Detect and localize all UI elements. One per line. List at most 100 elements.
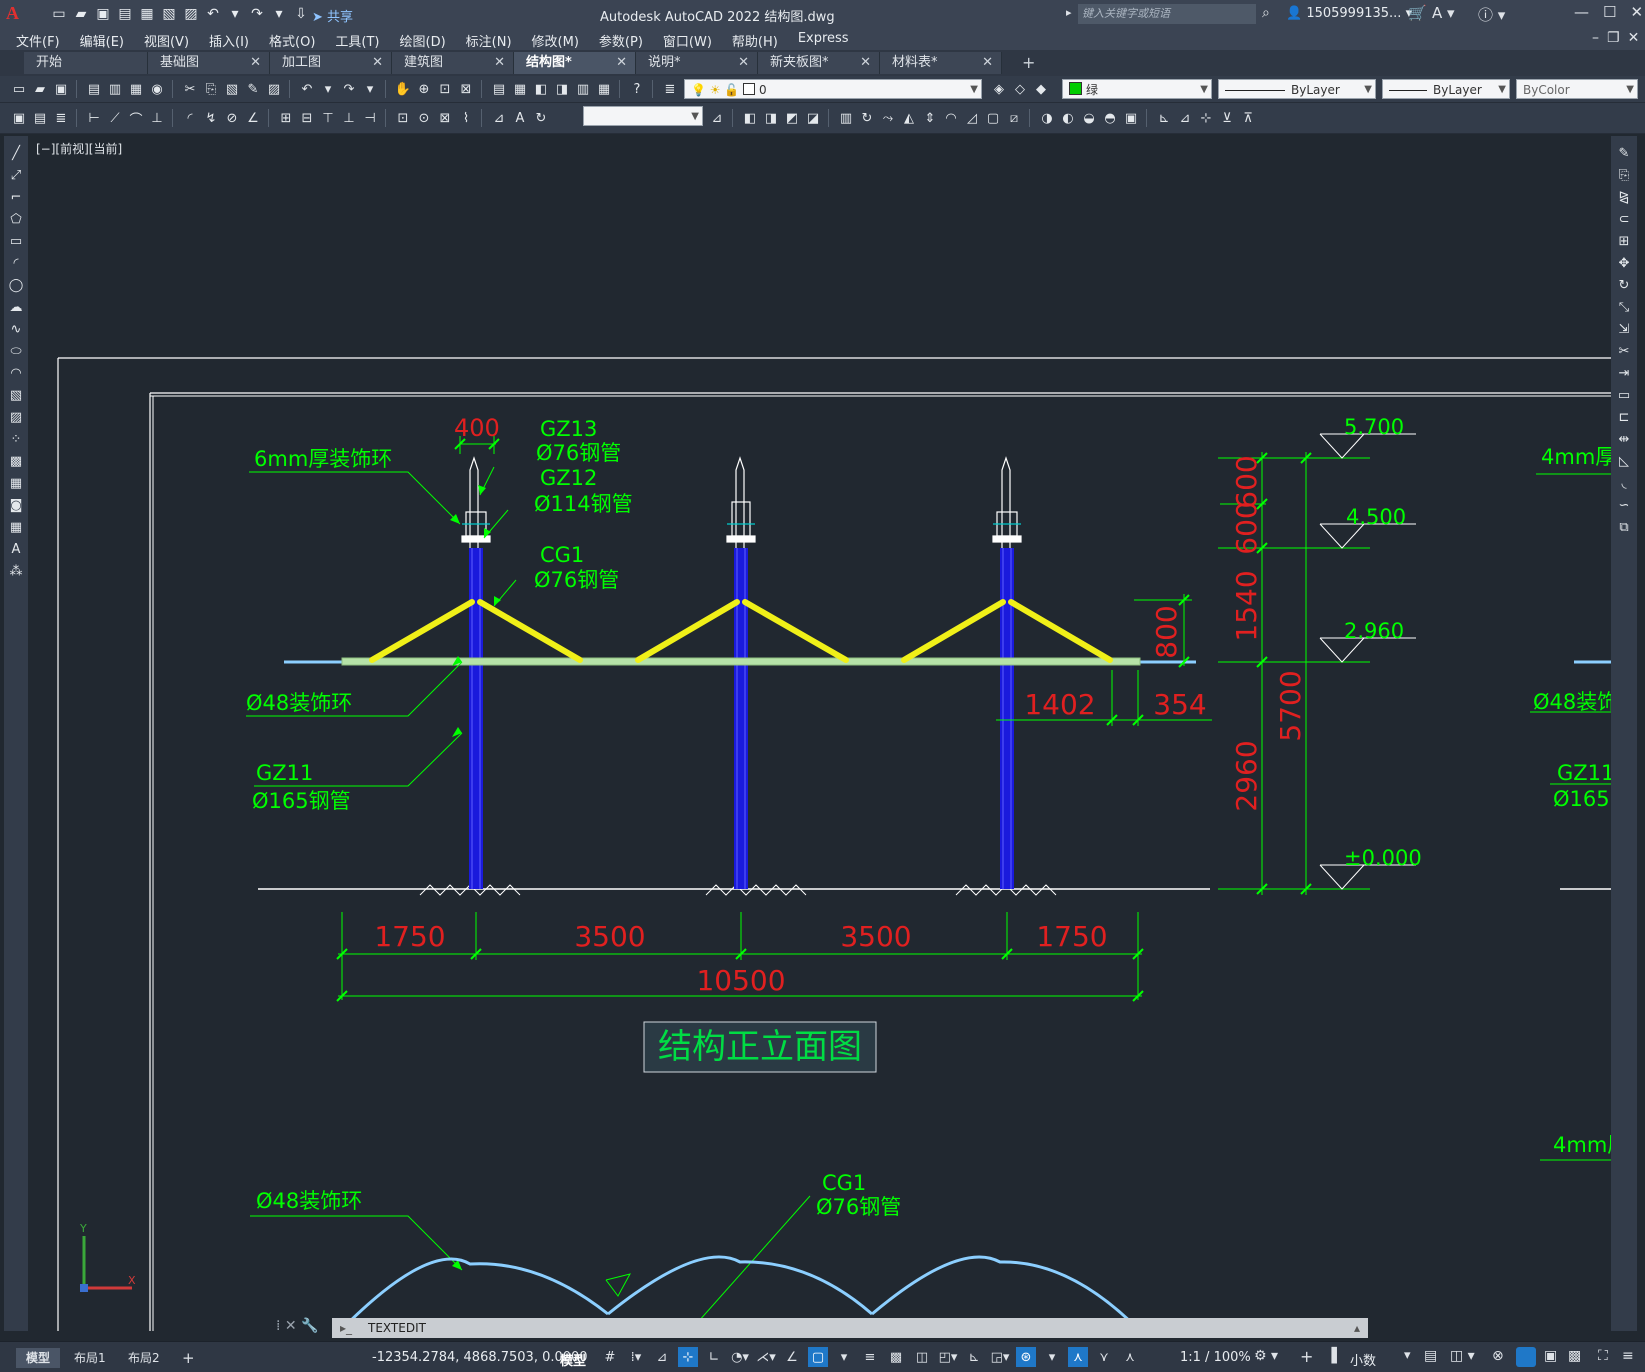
tool-palettes-icon[interactable]: ◧ bbox=[532, 80, 550, 98]
autocad-logo-icon[interactable]: A bbox=[6, 3, 19, 24]
plot-icon[interactable]: ▤ bbox=[85, 80, 103, 98]
viewport-controls-label[interactable]: [−][前视][当前] bbox=[36, 140, 122, 157]
center-mark-icon[interactable]: ⊙ bbox=[415, 109, 433, 127]
menu-file[interactable]: 文件(F) bbox=[16, 31, 60, 50]
decorative-beam[interactable] bbox=[284, 657, 1611, 666]
label-ring-6mm[interactable]: 6mm厚装饰环 bbox=[254, 447, 392, 471]
gizmo-icon[interactable]: ⊛ bbox=[1016, 1347, 1036, 1367]
dim-1540[interactable]: 1540 bbox=[1230, 570, 1263, 641]
drawing-title[interactable]: 结构正立面图 bbox=[643, 1021, 877, 1073]
loft-icon[interactable]: ◭ bbox=[900, 109, 918, 127]
command-line-handle[interactable]: ⁞ ✕ 🔧 bbox=[276, 1318, 319, 1334]
dim-400[interactable]: 400 bbox=[454, 414, 500, 442]
menu-tools[interactable]: 工具(T) bbox=[335, 31, 379, 50]
workspace-icon[interactable]: ▣ bbox=[10, 109, 28, 127]
search-input[interactable]: 键入关键字或短语 bbox=[1078, 4, 1256, 24]
presspull-icon[interactable]: ⇕ bbox=[921, 109, 939, 127]
fillet-edge-icon[interactable]: ◠ bbox=[942, 109, 960, 127]
rectangle-icon[interactable]: ▭ bbox=[7, 232, 25, 250]
gizmo-dropdown-icon[interactable]: ▾ bbox=[1042, 1347, 1062, 1367]
polar-tracking-icon[interactable]: ◔▾ bbox=[730, 1347, 750, 1367]
tab-close-icon[interactable]: ✕ bbox=[738, 52, 749, 74]
dynamic-input-icon[interactable]: ⊹ bbox=[678, 1347, 698, 1367]
linear-dimension-icon[interactable]: ⊢ bbox=[85, 109, 103, 127]
menu-modify[interactable]: 修改(M) bbox=[532, 31, 579, 50]
match-properties-icon[interactable]: ✎ bbox=[244, 80, 262, 98]
cart-icon[interactable]: 🛒 bbox=[1408, 4, 1427, 22]
dim-10500[interactable]: 10500 bbox=[696, 964, 785, 997]
dim-3500-left[interactable]: 3500 bbox=[574, 920, 645, 953]
dim-600-second[interactable]: 600 bbox=[1230, 501, 1263, 554]
save-web-icon[interactable]: ▧ bbox=[160, 5, 178, 23]
tab-close-icon[interactable]: ✕ bbox=[982, 52, 993, 74]
label-gz11-partial[interactable]: GZ11 bbox=[1557, 761, 1614, 785]
redo-dropdown-icon[interactable]: ▾ bbox=[361, 80, 379, 98]
move-icon[interactable]: ✥ bbox=[1615, 254, 1633, 272]
rotate-icon[interactable]: ↻ bbox=[1615, 276, 1633, 294]
command-line[interactable]: ▸_ TEXTEDIT ▴ bbox=[332, 1318, 1368, 1338]
layers-icon[interactable]: ≣ bbox=[52, 109, 70, 127]
menu-draw[interactable]: 绘图(D) bbox=[400, 31, 446, 50]
pan-icon[interactable]: ✋ bbox=[394, 80, 412, 98]
make-current-layer-icon[interactable]: ◈ bbox=[990, 80, 1008, 98]
jogged-icon[interactable]: ↯ bbox=[202, 109, 220, 127]
label-gz13-spec[interactable]: Ø76钢管 bbox=[536, 441, 621, 465]
block-editor-icon[interactable]: ▨ bbox=[265, 80, 283, 98]
lights-icon[interactable]: ◓ bbox=[1101, 109, 1119, 127]
point-icon[interactable]: ⁘ bbox=[7, 430, 25, 448]
zoom-previous-icon[interactable]: ⊠ bbox=[457, 80, 475, 98]
open-file-icon[interactable]: ▰ bbox=[72, 5, 90, 23]
circle-icon[interactable]: ◯ bbox=[7, 276, 25, 294]
dynamic-ucs-icon[interactable]: ⊾ bbox=[964, 1347, 984, 1367]
menu-window[interactable]: 窗口(W) bbox=[663, 31, 712, 50]
extend-icon[interactable]: ⇥ bbox=[1615, 364, 1633, 382]
sweep-icon[interactable]: ⤳ bbox=[879, 109, 897, 127]
save-as-icon[interactable]: ▤ bbox=[116, 5, 134, 23]
dim-1750-right[interactable]: 1750 bbox=[1036, 920, 1107, 953]
gradient-icon[interactable]: ▦ bbox=[7, 474, 25, 492]
lineweight-dropdown[interactable]: ByLayer ▼ bbox=[1382, 79, 1510, 99]
label-gz11-spec[interactable]: Ø165钢管 bbox=[252, 789, 351, 813]
elevation-0000[interactable]: ±0.000 bbox=[1344, 846, 1422, 870]
region-icon[interactable]: ◙ bbox=[7, 496, 25, 514]
break-icon[interactable]: ⊏ bbox=[1615, 408, 1633, 426]
tab-close-icon[interactable]: ✕ bbox=[250, 52, 261, 74]
ucs-origin-icon[interactable]: ⊹ bbox=[1197, 109, 1215, 127]
zoom-window-icon[interactable]: ⊡ bbox=[436, 80, 454, 98]
quick-properties-icon[interactable]: ▤ bbox=[1424, 1348, 1437, 1364]
auto-scale-icon[interactable]: ⋎ bbox=[1094, 1347, 1114, 1367]
selection-cycling-icon[interactable]: ◫ bbox=[912, 1347, 932, 1367]
doc-close-icon[interactable]: ✕ bbox=[1628, 30, 1640, 46]
break-icon[interactable]: ⊣ bbox=[361, 109, 379, 127]
layout-tab-model[interactable]: 模型 bbox=[16, 1348, 61, 1368]
layout-tab-1[interactable]: 布局1 bbox=[64, 1348, 116, 1368]
menu-format[interactable]: 格式(O) bbox=[269, 31, 315, 50]
layer-previous-icon[interactable]: ◇ bbox=[1011, 80, 1029, 98]
tolerance-icon[interactable]: ⊡ bbox=[394, 109, 412, 127]
redo-icon[interactable]: ↷ bbox=[248, 5, 266, 23]
label-cg1-bottom-spec[interactable]: Ø76钢管 bbox=[816, 1195, 901, 1219]
diameter-icon[interactable]: ⊘ bbox=[223, 109, 241, 127]
chevron-right-icon[interactable]: ▸ bbox=[1066, 6, 1072, 19]
isolate-objects-icon[interactable]: ⊗ bbox=[1492, 1348, 1504, 1364]
fillet-icon[interactable]: ◟ bbox=[1615, 474, 1633, 492]
tab-close-icon[interactable]: ✕ bbox=[372, 52, 383, 74]
layer-properties-icon[interactable]: ≣ bbox=[661, 80, 679, 98]
tab-processing[interactable]: 加工图 ✕ bbox=[270, 52, 392, 74]
copy-object-icon[interactable]: ⎘ bbox=[1615, 166, 1633, 184]
annotation-scale-readout[interactable]: 1:1 / 100% bbox=[1180, 1350, 1251, 1365]
explode-icon[interactable]: ⧉ bbox=[1615, 518, 1633, 536]
table-icon[interactable]: ▦ bbox=[7, 518, 25, 536]
paste-icon[interactable]: ▧ bbox=[223, 80, 241, 98]
dimension-style-icon[interactable]: ⊿ bbox=[708, 109, 726, 127]
elevation-2960[interactable]: 2.960 bbox=[1344, 619, 1404, 643]
tab-close-icon[interactable]: ✕ bbox=[860, 52, 871, 74]
aligned-dimension-icon[interactable]: ⟋ bbox=[106, 109, 124, 127]
plotstyle-dropdown[interactable]: ByColor ▼ bbox=[1516, 79, 1638, 99]
dim-text-edit-icon[interactable]: A bbox=[511, 109, 529, 127]
annotation-scale-icon[interactable]: ⋏ bbox=[1120, 1347, 1140, 1367]
tab-close-icon[interactable]: ✕ bbox=[616, 52, 627, 74]
tab-start[interactable]: 开始 bbox=[24, 52, 148, 74]
intersect-icon[interactable]: ◪ bbox=[804, 109, 822, 127]
doc-minimize-icon[interactable]: – bbox=[1592, 30, 1599, 46]
